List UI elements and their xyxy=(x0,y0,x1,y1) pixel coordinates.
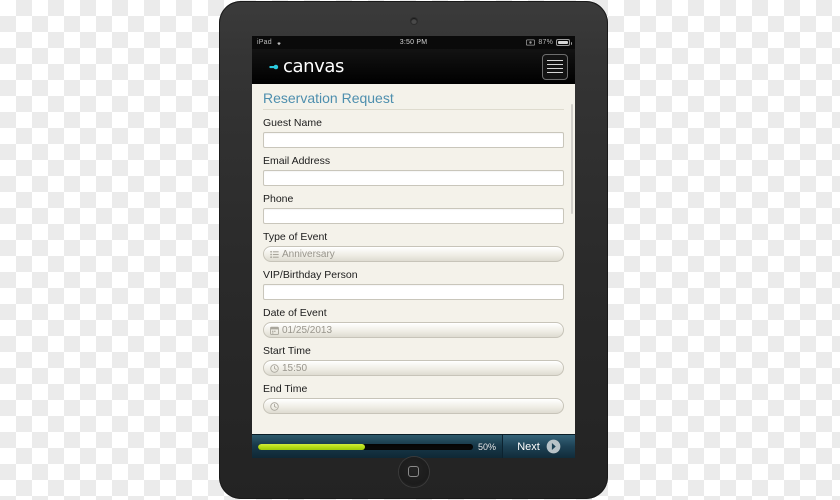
field-group-vip-birthday-person: VIP/Birthday Person xyxy=(263,269,564,300)
list-icon xyxy=(270,250,279,259)
field-label: VIP/Birthday Person xyxy=(263,269,358,281)
field-label: End Time xyxy=(263,383,308,395)
start-time-value: 15:50 xyxy=(282,362,308,374)
canvas-logo-icon xyxy=(259,56,281,78)
field-group-date-of-event: Date of Event 01/25/2013 xyxy=(263,307,564,338)
tablet-device: iPad 3:50 PM 87% canvas Reservation Requ… xyxy=(219,1,608,499)
battery-icon xyxy=(556,39,573,46)
battery-percent-label: 87% xyxy=(538,39,554,46)
menu-line xyxy=(547,71,563,74)
home-button[interactable] xyxy=(398,457,429,487)
phone-input[interactable] xyxy=(263,208,564,224)
clock-label: 3:50 PM xyxy=(399,39,428,46)
app-header: canvas xyxy=(252,49,575,84)
start-time-input[interactable]: 15:50 xyxy=(263,360,564,376)
menu-line xyxy=(547,63,563,66)
field-label: Type of Event xyxy=(263,231,328,243)
form-footer: 50% Next xyxy=(252,434,575,458)
page-title: Reservation Request xyxy=(263,90,564,110)
next-button[interactable]: Next xyxy=(503,435,575,458)
progress-bar-fill xyxy=(258,443,366,450)
canvas-logo-text: canvas xyxy=(283,56,344,77)
field-group-phone: Phone xyxy=(263,193,564,224)
field-label: Email Address xyxy=(263,155,331,167)
progress-bar xyxy=(258,443,473,450)
field-label: Start Time xyxy=(263,345,311,357)
battery-fill xyxy=(558,41,569,44)
status-bar-left: iPad xyxy=(257,39,400,46)
canvas-logo[interactable]: canvas xyxy=(259,56,344,78)
reservation-form: Reservation Request Guest Name Email Add… xyxy=(252,84,575,434)
email-address-input[interactable] xyxy=(263,170,564,186)
menu-line xyxy=(547,59,563,62)
calendar-icon xyxy=(270,326,279,335)
date-of-event-input[interactable]: 01/25/2013 xyxy=(263,322,564,338)
clock-icon xyxy=(270,401,279,411)
field-group-end-time: End Time xyxy=(263,383,564,414)
field-group-guest-name: Guest Name xyxy=(263,117,564,148)
vip-birthday-person-input[interactable] xyxy=(263,284,564,300)
field-group-start-time: Start Time 15:50 xyxy=(263,345,564,376)
date-of-event-value: 01/25/2013 xyxy=(282,324,333,336)
progress-section: 50% xyxy=(252,435,503,458)
type-of-event-value: Anniversary xyxy=(282,248,335,260)
tablet-screen: iPad 3:50 PM 87% canvas Reservation Requ… xyxy=(252,36,575,458)
carrier-label: iPad xyxy=(257,39,272,46)
front-camera-icon xyxy=(410,18,417,24)
status-bar-right: 87% xyxy=(427,39,573,46)
guest-name-input[interactable] xyxy=(263,132,564,148)
sync-icon xyxy=(526,39,536,46)
field-group-email-address: Email Address xyxy=(263,155,564,186)
ios-status-bar: iPad 3:50 PM 87% xyxy=(252,36,575,49)
type-of-event-select[interactable]: Anniversary xyxy=(263,246,564,262)
next-button-label: Next xyxy=(517,440,540,453)
field-label: Date of Event xyxy=(263,307,327,319)
home-square-icon xyxy=(407,466,419,477)
vertical-scrollbar[interactable] xyxy=(571,104,573,214)
wifi-icon xyxy=(275,39,283,46)
field-label: Phone xyxy=(263,193,294,205)
menu-line xyxy=(547,67,563,70)
field-label: Guest Name xyxy=(263,117,322,129)
progress-percent-label: 50% xyxy=(477,441,496,452)
end-time-input[interactable] xyxy=(263,398,564,414)
field-group-type-of-event: Type of Event Anniversary xyxy=(263,231,564,262)
hamburger-menu-icon[interactable] xyxy=(542,53,568,80)
clock-icon xyxy=(270,363,279,373)
arrow-right-circle-icon xyxy=(546,439,561,454)
